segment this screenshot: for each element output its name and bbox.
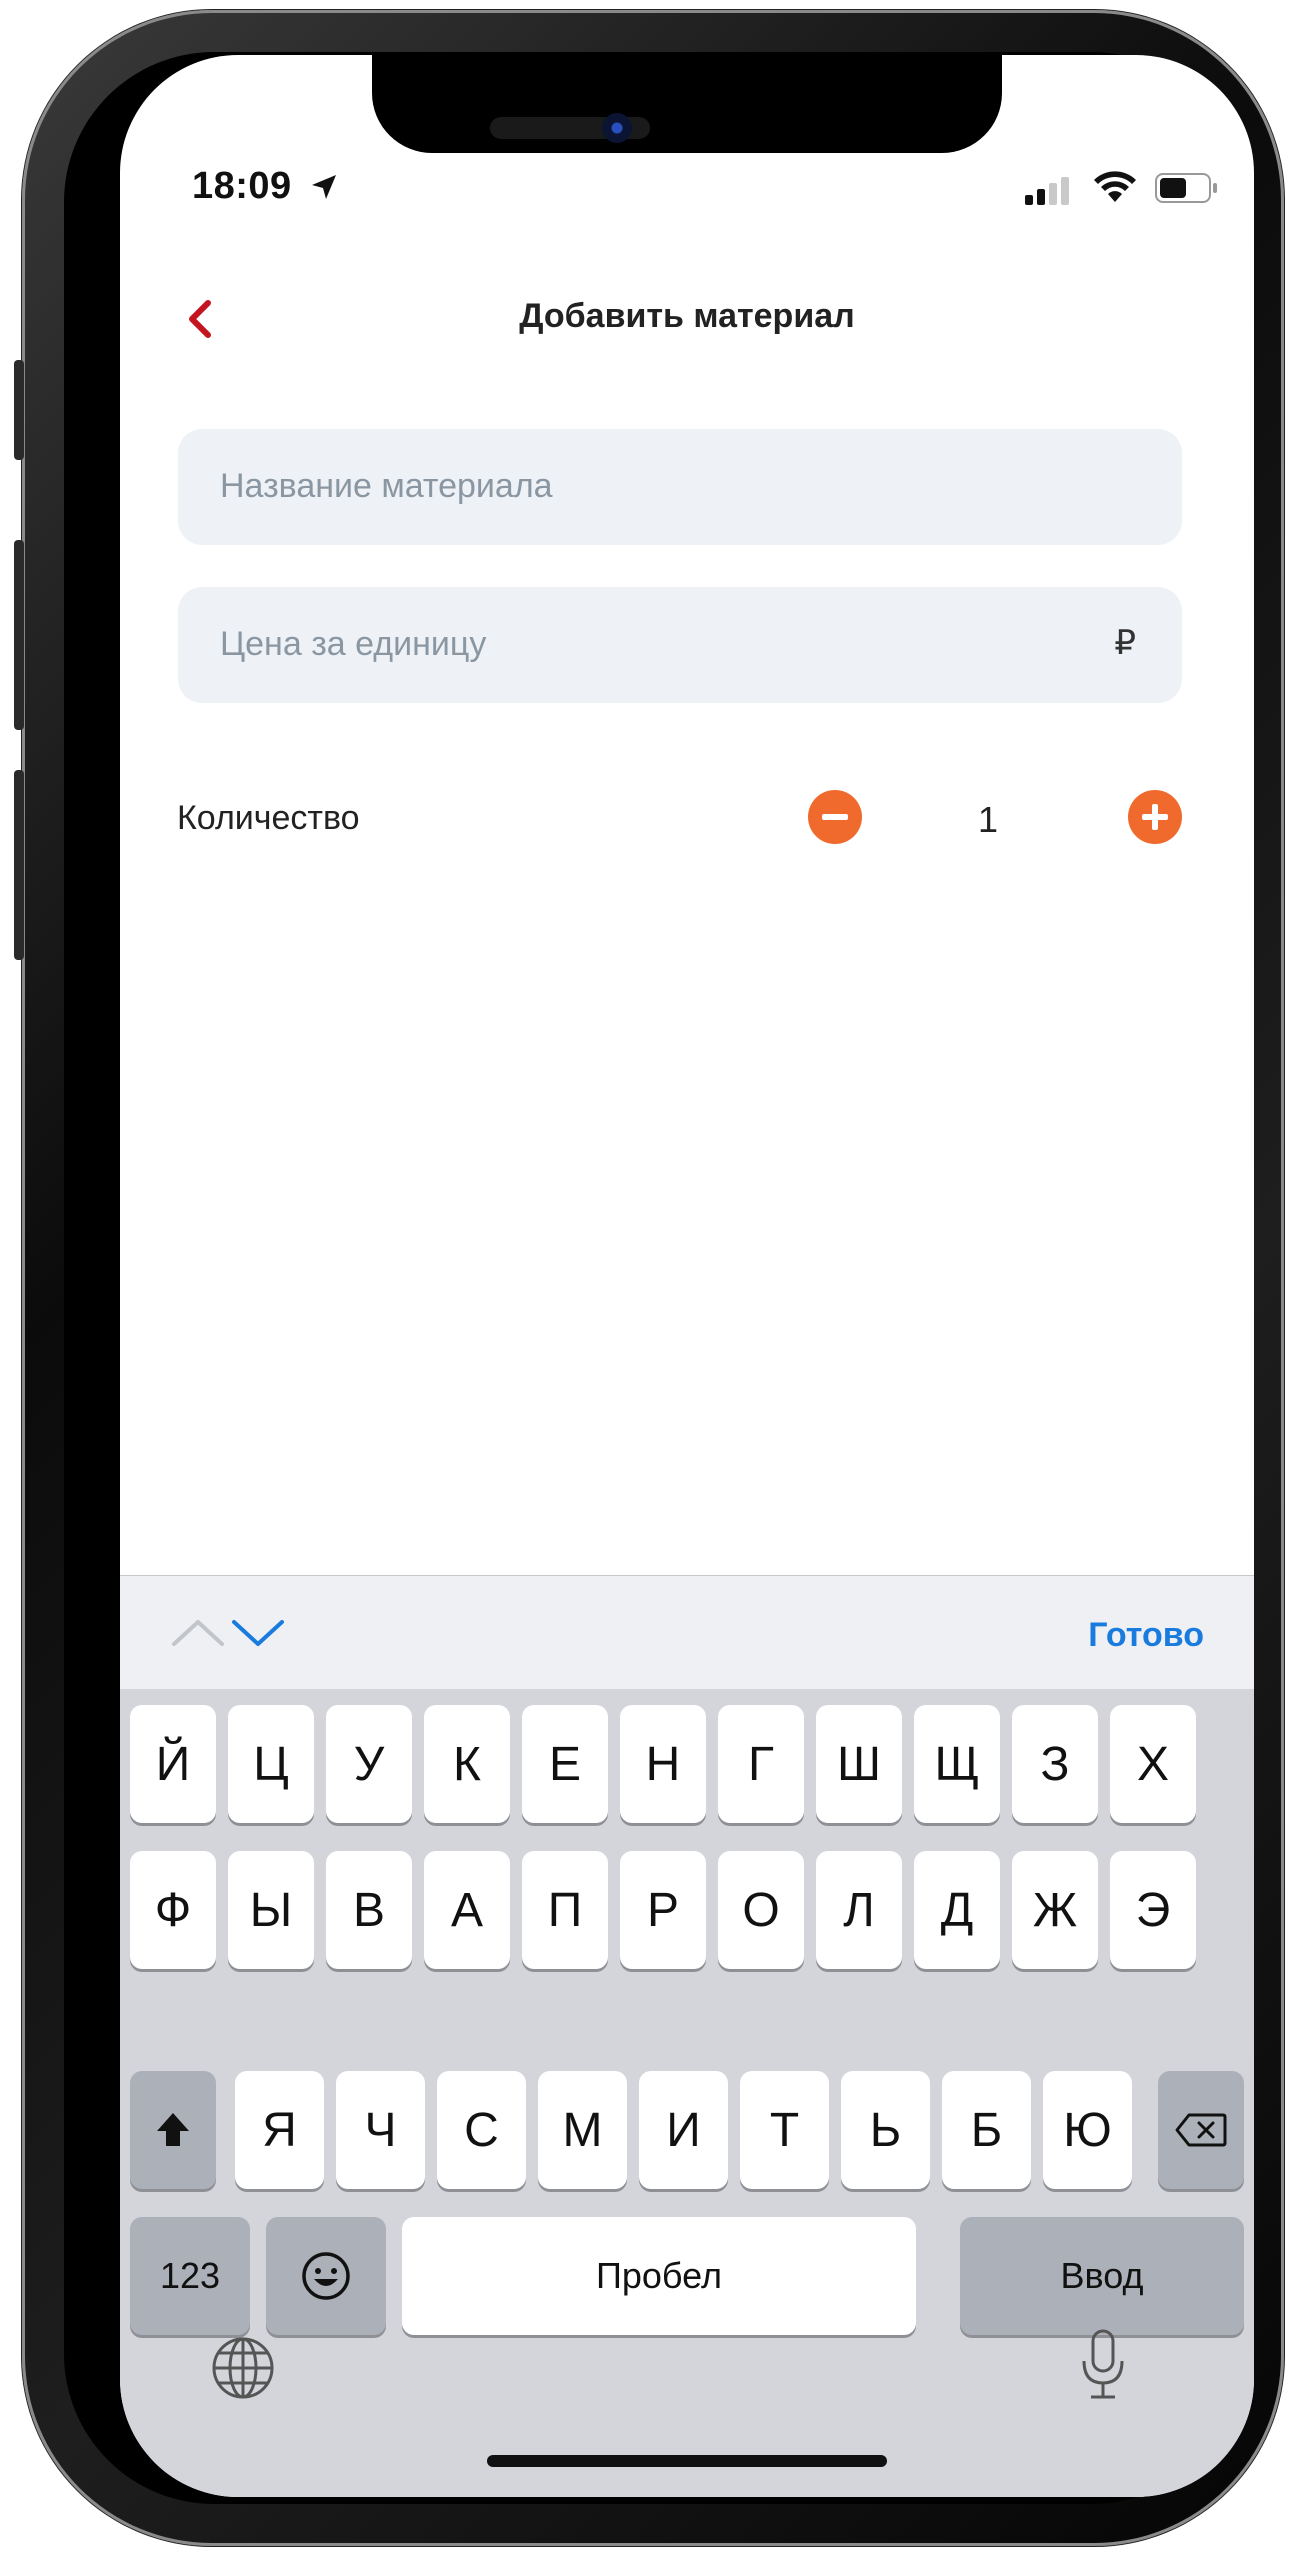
letter-key[interactable]: М [538, 2071, 627, 2189]
letter-key[interactable]: Ю [1043, 2071, 1132, 2189]
status-time: 18:09 [192, 165, 292, 207]
keyboard: Готово ЙЦУКЕНГШЩЗХ ФЫВАПРОЛДЖЭ ЯЧСМИТЬБЮ… [120, 1575, 1254, 2497]
space-key[interactable]: Пробел [402, 2217, 916, 2335]
letter-key[interactable]: Ы [228, 1851, 314, 1969]
front-camera [602, 113, 632, 143]
decrement-button[interactable] [808, 790, 862, 844]
letter-key[interactable]: О [718, 1851, 804, 1969]
home-indicator [487, 2455, 887, 2467]
letter-key[interactable]: У [326, 1705, 412, 1823]
chevron-down-icon [232, 1620, 284, 1646]
quantity-label: Количество [177, 799, 360, 837]
letter-key[interactable]: Я [235, 2071, 324, 2189]
numbers-key[interactable]: 123 [130, 2217, 250, 2335]
done-button[interactable]: Готово [1088, 1616, 1204, 1655]
letter-key[interactable]: Г [718, 1705, 804, 1823]
letter-key[interactable]: Б [942, 2071, 1031, 2189]
delete-backward-icon [1175, 2113, 1227, 2147]
next-field-button[interactable] [230, 1618, 286, 1653]
location-arrow-icon [310, 173, 338, 206]
page-title: Добавить материал [519, 297, 855, 335]
letter-key[interactable]: Ж [1012, 1851, 1098, 1969]
letter-key[interactable]: В [326, 1851, 412, 1969]
previous-field-button[interactable] [170, 1618, 226, 1653]
cellular-signal-icon [1025, 175, 1075, 210]
increment-button[interactable] [1128, 790, 1182, 844]
letter-key[interactable]: Ь [841, 2071, 930, 2189]
plus-icon-vertical [1152, 804, 1158, 830]
letter-key[interactable]: К [424, 1705, 510, 1823]
letter-key[interactable]: Е [522, 1705, 608, 1823]
letter-key[interactable]: Ф [130, 1851, 216, 1969]
chevron-up-icon [172, 1620, 224, 1646]
letter-key[interactable]: Й [130, 1705, 216, 1823]
mute-switch [14, 360, 24, 460]
minus-icon [822, 814, 848, 820]
quantity-value: 1 [978, 799, 999, 840]
emoji-key[interactable] [266, 2217, 386, 2335]
volume-down-button [14, 770, 24, 960]
currency-symbol: ₽ [1114, 624, 1136, 662]
material-name-field[interactable]: Название материала [178, 429, 1182, 545]
emoji-icon [302, 2252, 350, 2300]
notch [372, 55, 1002, 153]
letter-key[interactable]: И [639, 2071, 728, 2189]
microphone-icon[interactable] [1078, 2327, 1128, 2412]
battery-icon [1155, 173, 1219, 208]
letter-key[interactable]: Щ [914, 1705, 1000, 1823]
letter-key[interactable]: Р [620, 1851, 706, 1969]
globe-icon[interactable] [210, 2335, 276, 2406]
shift-arrow-icon [157, 2113, 189, 2146]
wifi-icon [1092, 170, 1138, 209]
letter-key[interactable]: Э [1110, 1851, 1196, 1969]
letter-key[interactable]: Д [914, 1851, 1000, 1969]
letter-key[interactable]: Х [1110, 1705, 1196, 1823]
letter-key[interactable]: Н [620, 1705, 706, 1823]
material-name-placeholder: Название материала [220, 467, 553, 505]
letter-key[interactable]: П [522, 1851, 608, 1969]
keyboard-toolbar: Готово [120, 1575, 1254, 1689]
letter-key[interactable]: З [1012, 1705, 1098, 1823]
letter-key[interactable]: Ш [816, 1705, 902, 1823]
letter-key[interactable]: Ц [228, 1705, 314, 1823]
backspace-key[interactable] [1158, 2071, 1244, 2189]
unit-price-field[interactable]: Цена за единицу ₽ [178, 587, 1182, 703]
return-key[interactable]: Ввод [960, 2217, 1244, 2335]
shift-key[interactable] [130, 2071, 216, 2189]
unit-price-placeholder: Цена за единицу [220, 625, 487, 663]
letter-key[interactable]: А [424, 1851, 510, 1969]
phone-screen: 18:09 Добавить материал Название материа… [120, 55, 1254, 2497]
volume-up-button [14, 540, 24, 730]
letter-key[interactable]: Л [816, 1851, 902, 1969]
letter-key[interactable]: Ч [336, 2071, 425, 2189]
letter-key[interactable]: С [437, 2071, 526, 2189]
letter-key[interactable]: Т [740, 2071, 829, 2189]
